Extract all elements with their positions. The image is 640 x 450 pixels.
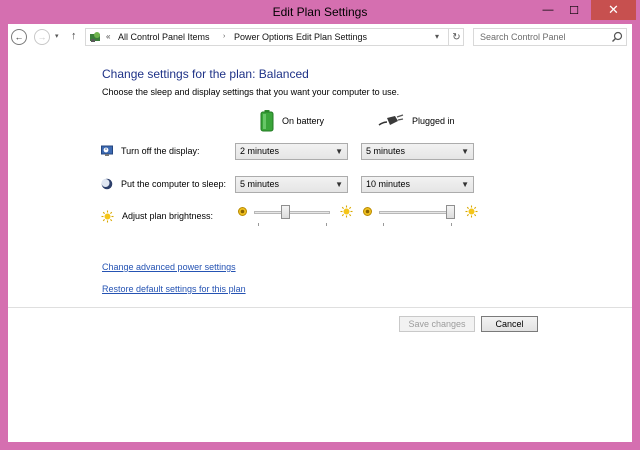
control-panel-icon	[90, 32, 100, 42]
address-bar[interactable]: « All Control Panel Items › Power Option…	[85, 28, 464, 46]
sleep-setting-label: Put the computer to sleep:	[101, 177, 226, 191]
minimize-button[interactable]: —	[535, 0, 561, 20]
slider-tick	[451, 223, 452, 226]
cancel-button[interactable]: Cancel	[481, 316, 538, 332]
brightness-plugged-slider[interactable]	[363, 204, 478, 226]
address-overflow-icon[interactable]: «	[106, 32, 110, 41]
brightness-sun-icon	[101, 210, 114, 222]
sleep-battery-value: 5 minutes	[240, 179, 280, 189]
chevron-down-icon: ▼	[461, 180, 469, 189]
forward-button[interactable]: →	[34, 29, 50, 45]
battery-icon	[260, 110, 274, 132]
recent-locations-dropdown[interactable]: ▾	[55, 32, 59, 40]
plugged-column-label: Plugged in	[412, 116, 455, 126]
battery-column-label: On battery	[282, 116, 325, 126]
slider-track[interactable]	[379, 211, 455, 214]
search-box[interactable]	[473, 28, 627, 46]
address-dropdown-icon[interactable]: ▾	[435, 32, 439, 41]
sleep-battery-select[interactable]: 5 minutes ▼	[235, 176, 348, 193]
display-battery-value: 2 minutes	[240, 146, 280, 156]
dim-sun-icon	[363, 207, 372, 216]
battery-column-header: On battery	[260, 109, 324, 133]
brightness-setting-text: Adjust plan brightness:	[122, 211, 214, 221]
sleep-plugged-value: 10 minutes	[366, 179, 411, 189]
slider-tick	[258, 223, 259, 226]
slider-tick	[383, 223, 384, 226]
back-arrow-icon: ←	[14, 32, 24, 42]
brightness-setting-label: Adjust plan brightness:	[101, 209, 213, 223]
page-description: Choose the sleep and display settings th…	[102, 87, 400, 97]
slider-track[interactable]	[254, 211, 330, 214]
refresh-button[interactable]: ↻	[448, 29, 464, 45]
plugged-column-header: Plugged in	[378, 109, 455, 133]
power-plug-icon	[378, 114, 404, 126]
advanced-power-settings-link[interactable]: Change advanced power settings	[102, 262, 236, 272]
page-heading: Change settings for the plan: Balanced	[102, 67, 309, 81]
breadcrumb-all-control-panel-items[interactable]: All Control Panel Items	[118, 32, 210, 42]
maximize-button[interactable]: ☐	[561, 0, 587, 20]
brightness-battery-slider[interactable]	[238, 204, 353, 226]
sleep-moon-icon	[101, 178, 113, 190]
search-input[interactable]	[474, 29, 608, 45]
window: Edit Plan Settings — ☐ ✕ ← → ▾ ↑ « All C…	[0, 0, 640, 450]
slider-tick	[326, 223, 327, 226]
footer-divider	[8, 307, 632, 308]
restore-defaults-link[interactable]: Restore default settings for this plan	[102, 284, 246, 294]
display-plugged-select[interactable]: 5 minutes ▼	[361, 143, 474, 160]
slider-thumb[interactable]	[446, 205, 455, 219]
display-battery-select[interactable]: 2 minutes ▼	[235, 143, 348, 160]
save-changes-button[interactable]: Save changes	[399, 316, 475, 332]
chevron-down-icon: ▼	[335, 147, 343, 156]
title-bar[interactable]: Edit Plan Settings — ☐ ✕	[0, 0, 640, 24]
close-button[interactable]: ✕	[591, 0, 636, 20]
display-plugged-value: 5 minutes	[366, 146, 406, 156]
breadcrumb-separator-icon[interactable]: ›	[223, 33, 225, 40]
search-icon[interactable]	[611, 31, 623, 43]
client-area: ← → ▾ ↑ « All Control Panel Items › Powe…	[8, 24, 632, 442]
slider-thumb[interactable]	[280, 205, 290, 219]
sleep-setting-text: Put the computer to sleep:	[121, 179, 227, 189]
forward-arrow-icon: →	[37, 32, 47, 42]
bright-sun-icon	[465, 205, 478, 218]
breadcrumb-separator-icon[interactable]: ›	[287, 33, 289, 40]
chevron-down-icon: ▼	[335, 180, 343, 189]
chevron-down-icon: ▼	[461, 147, 469, 156]
dim-sun-icon	[238, 207, 247, 216]
breadcrumb-power-options[interactable]: Power Options	[234, 32, 293, 42]
breadcrumb-edit-plan-settings[interactable]: Edit Plan Settings	[296, 32, 367, 42]
back-button[interactable]: ←	[11, 29, 27, 45]
display-timer-icon	[101, 145, 113, 156]
sleep-plugged-select[interactable]: 10 minutes ▼	[361, 176, 474, 193]
display-setting-label: Turn off the display:	[101, 144, 200, 158]
bright-sun-icon	[340, 205, 353, 218]
up-button[interactable]: ↑	[71, 30, 77, 42]
navigation-bar: ← → ▾ ↑ « All Control Panel Items › Powe…	[8, 24, 632, 50]
display-setting-text: Turn off the display:	[121, 146, 200, 156]
